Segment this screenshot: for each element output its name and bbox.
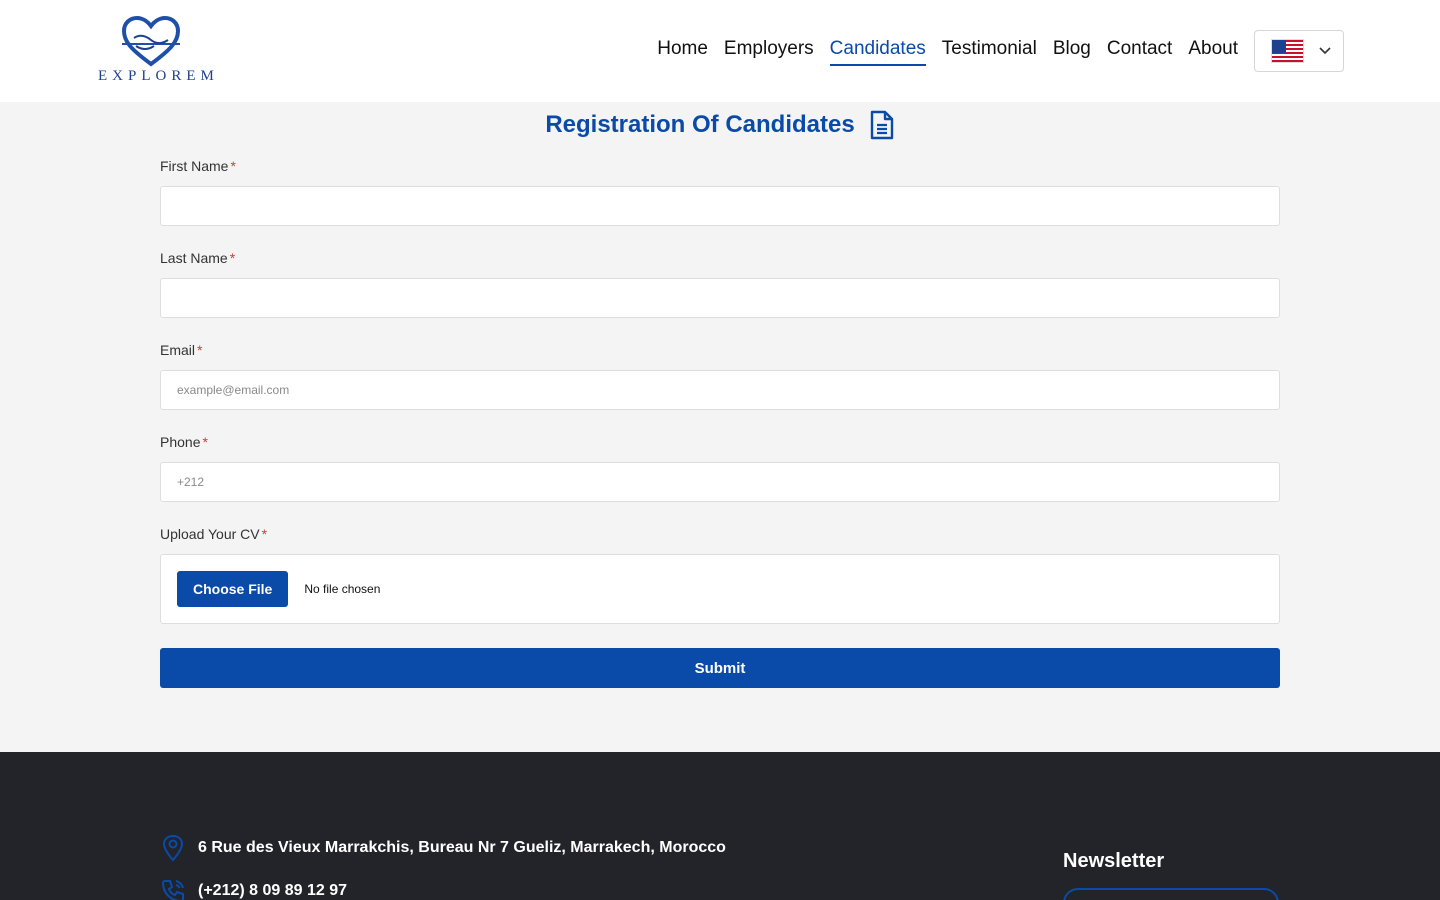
choose-file-button[interactable]: Choose File — [177, 571, 289, 607]
email-input[interactable] — [160, 370, 1280, 410]
newsletter-title: Newsletter — [1063, 850, 1165, 872]
cv-label: Upload Your CV * — [160, 526, 268, 542]
required-marker: * — [230, 158, 236, 174]
phone-icon — [161, 880, 184, 900]
nav-candidates[interactable]: Candidates — [829, 38, 926, 66]
last-name-input[interactable] — [160, 278, 1280, 318]
last-name-label: Last Name * — [160, 250, 236, 266]
footer-phone: (+212) 8 09 89 12 97 — [160, 878, 347, 900]
nav-contact[interactable]: Contact — [1107, 38, 1172, 66]
required-marker: * — [229, 250, 236, 266]
newsletter-email-input[interactable] — [1063, 888, 1279, 900]
chevron-down-icon — [1319, 47, 1331, 55]
footer-address: 6 Rue des Vieux Marrakchis, Bureau Nr 7 … — [160, 834, 726, 862]
main-nav: Home Employers Candidates Testimonial Bl… — [657, 38, 1238, 66]
first-name-group: First Name * — [160, 158, 1280, 226]
address-text: 6 Rue des Vieux Marrakchis, Bureau Nr 7 … — [198, 839, 726, 856]
cv-file-input: Choose File No file chosen — [160, 554, 1280, 624]
form-heading: Registration Of Candidates — [0, 110, 1440, 140]
last-name-group: Last Name * — [160, 250, 1280, 318]
site-header: EXPLOREM Home Employers Candidates Testi… — [0, 0, 1440, 102]
nav-employers[interactable]: Employers — [724, 38, 814, 66]
nav-home[interactable]: Home — [657, 38, 708, 66]
document-icon — [870, 110, 893, 140]
phone-label: Phone * — [160, 434, 208, 450]
submit-button[interactable]: Submit — [160, 648, 1280, 688]
first-name-label: First Name * — [160, 158, 236, 174]
logo-wordmark: EXPLOREM — [98, 68, 219, 84]
heart-handshake-icon — [121, 16, 181, 67]
phone-input[interactable] — [160, 462, 1280, 502]
explorem-logo[interactable]: EXPLOREM — [96, 16, 214, 88]
page-title: Registration Of Candidates — [545, 111, 855, 138]
language-selector[interactable] — [1254, 30, 1344, 72]
nav-testimonial[interactable]: Testimonial — [942, 38, 1037, 66]
candidate-registration-form: First Name* Last Name* Email* Phone* Upl… — [160, 158, 1280, 648]
required-marker: * — [261, 526, 268, 542]
required-marker: * — [197, 342, 203, 358]
location-pin-icon — [162, 834, 184, 862]
email-group: Email * — [160, 342, 1280, 410]
phone-group: Phone * — [160, 434, 1280, 502]
nav-about[interactable]: About — [1188, 38, 1238, 66]
phone-text[interactable]: (+212) 8 09 89 12 97 — [198, 882, 347, 900]
first-name-input[interactable] — [160, 186, 1280, 226]
nav-blog[interactable]: Blog — [1053, 38, 1091, 66]
file-status: No file chosen — [304, 582, 381, 596]
cv-upload-group: Upload Your CV * Choose File No file chos… — [160, 526, 1280, 624]
required-marker: * — [202, 434, 208, 450]
email-label: Email * — [160, 342, 203, 358]
us-flag-icon — [1271, 39, 1304, 63]
site-footer: 6 Rue des Vieux Marrakchis, Bureau Nr 7 … — [0, 752, 1440, 900]
